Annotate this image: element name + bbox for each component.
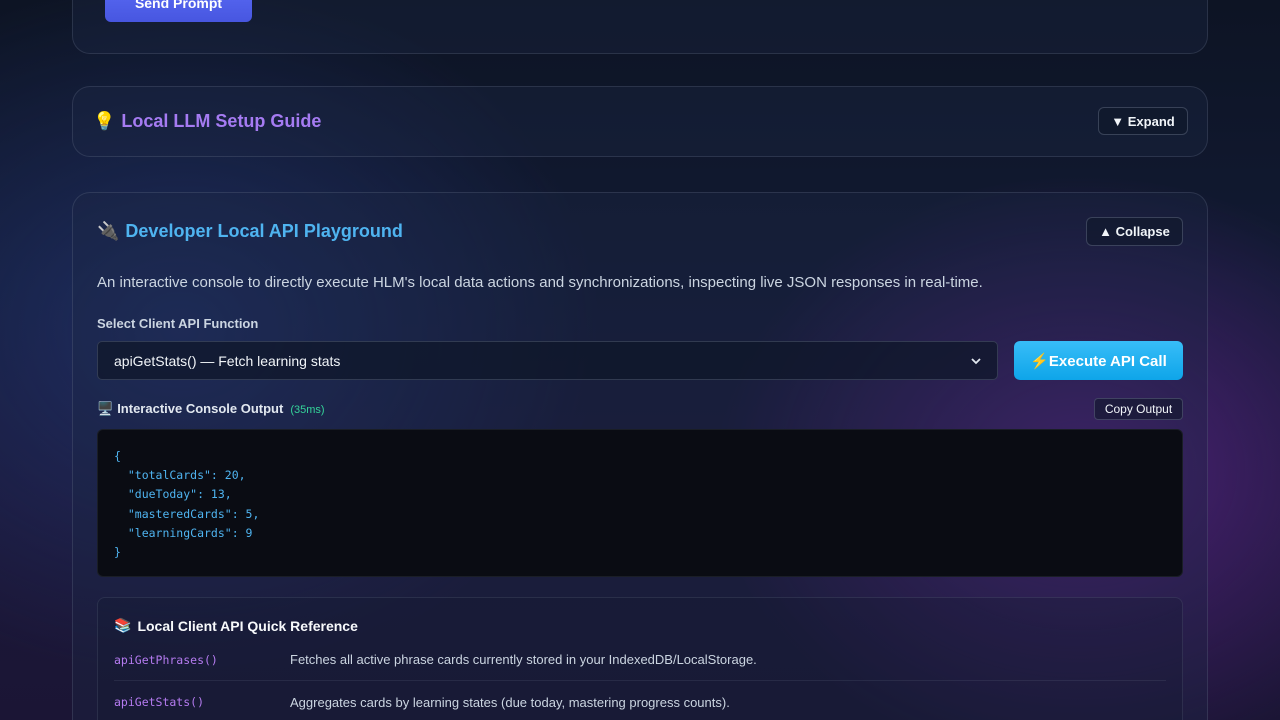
reference-function-name: apiGetStats(): [114, 695, 205, 709]
send-prompt-button[interactable]: Send Prompt: [105, 0, 252, 22]
reference-function-description: Aggregates cards by learning states (due…: [290, 694, 730, 710]
chevron-down-icon: [971, 354, 981, 368]
prompt-card: Send Prompt: [72, 0, 1208, 54]
setup-guide-title-text: Local LLM Setup Guide: [121, 111, 322, 131]
function-select-label: Select Client API Function: [97, 316, 259, 331]
function-select-value: apiGetStats() — Fetch learning stats: [114, 352, 341, 369]
api-playground-title[interactable]: 🔌 Developer Local API Playground: [97, 221, 403, 242]
setup-guide-title[interactable]: 💡 Local LLM Setup Guide: [93, 111, 321, 132]
console-output-label-text: Interactive Console Output: [117, 401, 284, 416]
copy-output-button[interactable]: Copy Output: [1094, 398, 1183, 420]
console-output-label: 🖥️ Interactive Console Output (35ms): [97, 401, 325, 417]
reference-title: 📚 Local Client API Quick Reference: [114, 617, 358, 634]
reference-title-text: Local Client API Quick Reference: [137, 617, 358, 634]
api-quick-reference: 📚 Local Client API Quick Reference apiGe…: [97, 597, 1183, 720]
reference-function-description: Fetches all active phrase cards currentl…: [290, 652, 757, 667]
latency-badge: (35ms): [290, 404, 325, 416]
function-select[interactable]: apiGetStats() — Fetch learning stats: [97, 341, 998, 380]
api-playground-title-text: Developer Local API Playground: [125, 221, 403, 241]
expand-button[interactable]: ▼ Expand: [1098, 107, 1188, 135]
collapse-button[interactable]: ▲ Collapse: [1086, 217, 1183, 246]
setup-guide-card: 💡 Local LLM Setup Guide ▼ Expand: [72, 86, 1208, 157]
reference-row: apiGetStats() Aggregates cards by learni…: [114, 681, 1166, 720]
api-playground-description: An interactive console to directly execu…: [97, 274, 983, 291]
lightbulb-icon: 💡: [93, 111, 116, 131]
books-icon: 📚: [114, 617, 132, 633]
monitor-icon: 🖥️: [97, 401, 114, 416]
api-playground-card: 🔌 Developer Local API Playground ▲ Colla…: [72, 192, 1208, 720]
execute-api-call-button[interactable]: ⚡Execute API Call: [1014, 341, 1183, 380]
reference-function-name: apiGetPhrases(): [114, 652, 218, 667]
reference-row: apiGetPhrases() Fetches all active phras…: [114, 639, 1166, 681]
console-output[interactable]: { "totalCards": 20, "dueToday": 13, "mas…: [97, 429, 1183, 577]
plug-icon: 🔌: [97, 221, 120, 241]
